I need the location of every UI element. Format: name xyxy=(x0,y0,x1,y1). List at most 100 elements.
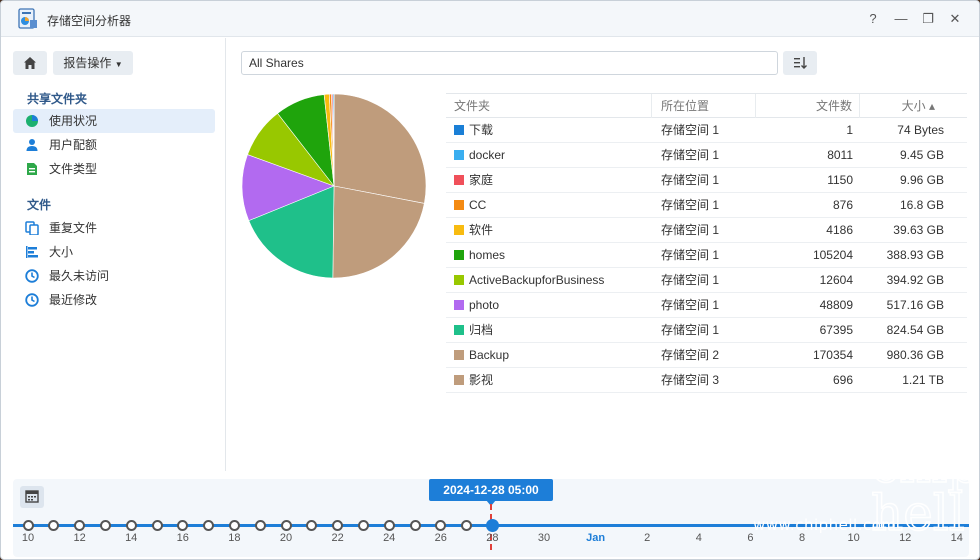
timeline-node[interactable] xyxy=(151,520,163,531)
folder-size: 980.36 GB xyxy=(886,348,944,362)
folder-file-count: 8011 xyxy=(827,148,853,162)
table-row[interactable]: 归档 存储空间 1 67395 824.54 GB xyxy=(446,318,967,343)
timeline-node[interactable] xyxy=(99,520,111,531)
close-button[interactable]: ✕ xyxy=(946,10,964,28)
calendar-button[interactable] xyxy=(20,486,44,508)
timeline-label: 22 xyxy=(331,532,344,544)
timeline-selected-node[interactable] xyxy=(485,519,499,532)
folder-size: 16.8 GB xyxy=(899,198,944,212)
nav-least-accessed-label: 最久未访问 xyxy=(49,269,110,283)
minimize-button[interactable]: — xyxy=(892,10,910,28)
nav-size[interactable]: 大小 xyxy=(13,240,215,264)
folder-file-count: 4186 xyxy=(826,223,853,237)
timeline-label: 2 xyxy=(644,532,651,544)
folder-location: 存储空间 1 xyxy=(661,148,720,162)
table-row[interactable]: docker 存储空间 1 8011 9.45 GB xyxy=(446,143,967,168)
timeline-label: 4 xyxy=(695,532,702,544)
folder-size: 388.93 GB xyxy=(886,248,944,262)
folder-name: 影视 xyxy=(469,373,494,387)
table-row[interactable]: ActiveBackupforBusiness 存储空间 1 12604 394.92… xyxy=(446,268,967,293)
folder-size: 1.21 TB xyxy=(902,373,944,387)
table-row[interactable]: 影视 存储空间 3 696 1.21 TB xyxy=(446,368,967,393)
timeline-node[interactable] xyxy=(254,520,266,531)
table-row[interactable]: 下载 存储空间 1 1 74 Bytes xyxy=(446,118,967,143)
timeline-node[interactable] xyxy=(125,520,137,531)
timeline-node[interactable] xyxy=(435,520,447,531)
table-row[interactable]: homes 存储空间 1 105204 388.93 GB xyxy=(446,243,967,268)
folder-size: 394.92 GB xyxy=(886,273,944,287)
timeline-label: 14 xyxy=(125,532,138,544)
selected-snapshot-tooltip[interactable]: 2024-12-28 05:00 xyxy=(429,479,553,501)
nav-recently-modified[interactable]: 最近修改 xyxy=(13,288,215,312)
nav-least-accessed[interactable]: 最久未访问 xyxy=(13,264,215,288)
timeline-node[interactable] xyxy=(177,520,189,531)
header-file-count[interactable]: 文件数 xyxy=(756,94,860,118)
usage-pie-chart xyxy=(241,93,427,279)
clock-icon xyxy=(25,293,39,307)
folder-color-swatch xyxy=(454,275,464,285)
share-selector-value: All Shares xyxy=(249,56,304,70)
sort-button[interactable] xyxy=(783,51,817,75)
timeline-node[interactable] xyxy=(48,520,60,531)
table-row[interactable]: photo 存储空间 1 48809 517.16 GB xyxy=(446,293,967,318)
sort-icon xyxy=(794,57,807,69)
storage-analyzer-window: 存储空间分析器 ? — ❐ ✕ 报告操作 ▼ 共享文件夹 使用状况 用户配额 文… xyxy=(0,0,980,560)
timeline-node[interactable] xyxy=(74,520,86,531)
folder-location: 存储空间 1 xyxy=(661,173,720,187)
header-location[interactable]: 所在位置 xyxy=(652,94,756,118)
folder-file-count: 876 xyxy=(832,198,853,212)
nav-duplicate-files[interactable]: 重复文件 xyxy=(13,216,215,240)
pie-slice-影视[interactable] xyxy=(333,93,427,204)
folder-name: CC xyxy=(469,198,487,212)
table-body: 下载 存储空间 1 1 74 Bytes docker 存储空间 1 8011 9.45 GB… xyxy=(446,118,967,393)
timeline-label: 18 xyxy=(228,532,241,544)
timeline-node[interactable] xyxy=(22,520,34,531)
nav-duplicate-files-label: 重复文件 xyxy=(49,221,98,235)
table-header: 文件夹 所在位置 文件数 大小 ▴ xyxy=(446,93,967,118)
timeline-node[interactable] xyxy=(280,520,292,531)
folder-usage-table: 文件夹 所在位置 文件数 大小 ▴ 下载 存储空间 1 1 74 Bytes docke… xyxy=(446,93,967,393)
timeline-node[interactable] xyxy=(332,520,344,531)
help-button[interactable]: ? xyxy=(864,10,882,28)
folder-color-swatch xyxy=(454,225,464,235)
folder-color-swatch xyxy=(454,375,464,385)
file-type-icon xyxy=(27,163,37,175)
sidebar: 报告操作 ▼ 共享文件夹 使用状况 用户配额 文件类型 文件 重复文件 大小 最… xyxy=(1,38,226,471)
folder-file-count: 170354 xyxy=(812,348,853,362)
header-folder[interactable]: 文件夹 xyxy=(446,94,652,118)
timeline-node[interactable] xyxy=(306,520,318,531)
nav-user-quota[interactable]: 用户配额 xyxy=(13,133,215,157)
folder-size: 9.96 GB xyxy=(899,173,944,187)
folder-location: 存储空间 1 xyxy=(661,198,720,212)
report-actions-label: 报告操作 xyxy=(63,56,112,70)
folder-name: docker xyxy=(469,148,506,162)
share-selector[interactable]: All Shares xyxy=(241,51,778,75)
table-row[interactable]: 软件 存储空间 1 4186 39.63 GB xyxy=(446,218,967,243)
maximize-button[interactable]: ❐ xyxy=(919,10,937,28)
timeline-node[interactable] xyxy=(409,520,421,531)
nav-recently-modified-label: 最近修改 xyxy=(49,293,98,307)
folder-size: 824.54 GB xyxy=(886,323,944,337)
header-size[interactable]: 大小 ▴ xyxy=(860,94,967,118)
user-icon xyxy=(26,139,38,151)
timeline-node[interactable] xyxy=(383,520,395,531)
timeline-node[interactable] xyxy=(228,520,240,531)
home-button[interactable] xyxy=(13,51,47,75)
timeline-node[interactable] xyxy=(357,520,369,531)
window-title: 存储空间分析器 xyxy=(47,14,132,28)
calendar-icon xyxy=(25,490,39,503)
timeline-node[interactable] xyxy=(203,520,215,531)
table-row[interactable]: 家庭 存储空间 1 1150 9.96 GB xyxy=(446,168,967,193)
nav-file-type[interactable]: 文件类型 xyxy=(13,157,215,181)
report-actions-button[interactable]: 报告操作 ▼ xyxy=(53,51,133,75)
folder-name: 软件 xyxy=(469,223,494,237)
folder-name: 下载 xyxy=(469,123,494,137)
timeline-node[interactable] xyxy=(461,520,473,531)
table-row[interactable]: Backup 存储空间 2 170354 980.36 GB xyxy=(446,343,967,368)
folder-name: 归档 xyxy=(469,323,494,337)
folder-location: 存储空间 1 xyxy=(661,273,720,287)
table-row[interactable]: CC 存储空间 1 876 16.8 GB xyxy=(446,193,967,218)
folder-location: 存储空间 1 xyxy=(661,248,720,262)
folder-file-count: 48809 xyxy=(819,298,853,312)
nav-usage[interactable]: 使用状况 xyxy=(13,109,215,133)
